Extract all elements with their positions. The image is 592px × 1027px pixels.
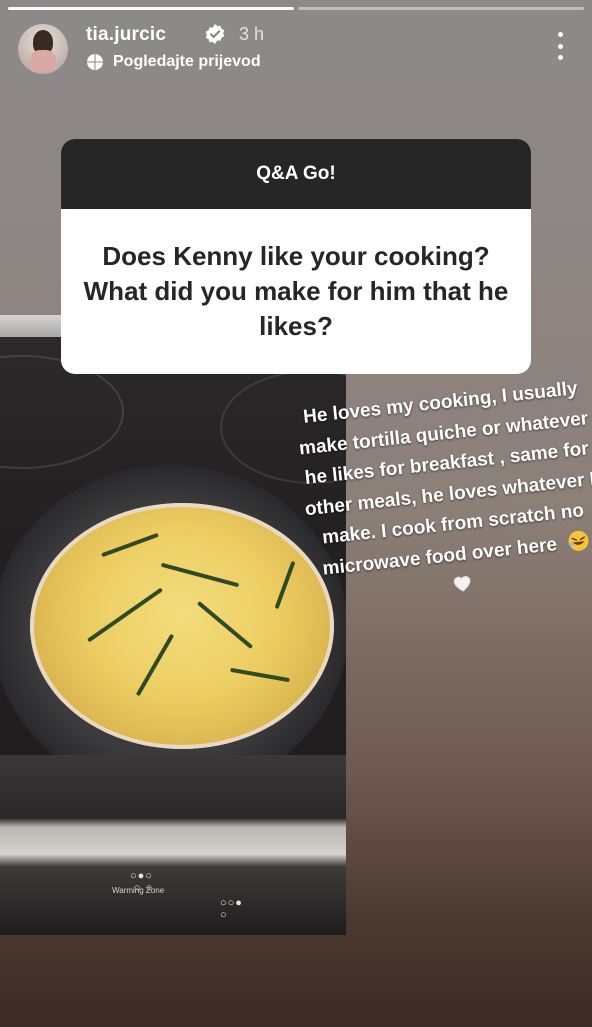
progress-segment: [298, 7, 584, 10]
progress-segment: [8, 7, 294, 10]
username[interactable]: tia.jurcic: [86, 24, 166, 46]
countertop: [0, 755, 346, 935]
more-options-icon[interactable]: [556, 32, 564, 60]
stove-label: Warming Zone: [112, 886, 165, 895]
avatar-body: [30, 50, 56, 72]
story-progress-bar: [8, 7, 584, 10]
rolling-laughing-emoji: [568, 530, 589, 551]
answer-text: He loves my cooking, I usually make tort…: [298, 378, 592, 580]
burner-indicator-icon: ○○● ○: [220, 897, 243, 921]
answer-caption: He loves my cooking, I usually make tort…: [290, 373, 592, 617]
quiche: [30, 503, 334, 749]
translate-link[interactable]: Pogledajte prijevod: [86, 53, 261, 71]
avatar[interactable]: [18, 24, 68, 74]
post-time: 3 h: [239, 24, 265, 44]
story-header: tia.jurcic 3 h Pogledajte prijevod: [18, 20, 574, 76]
question-sticker-header: Q&A Go!: [61, 139, 531, 209]
story-viewer[interactable]: tia.jurcic 3 h Pogledajte prijevod ○●○ ○…: [0, 0, 592, 1027]
question-text: Does Kenny like your cooking? What did y…: [83, 241, 509, 341]
white-heart-emoji: [453, 575, 471, 592]
question-sticker[interactable]: Q&A Go! Does Kenny like your cooking? Wh…: [61, 139, 531, 374]
translate-label: Pogledajte prijevod: [113, 53, 261, 70]
verified-badge-icon: [205, 24, 225, 44]
globe-icon: [87, 54, 103, 70]
